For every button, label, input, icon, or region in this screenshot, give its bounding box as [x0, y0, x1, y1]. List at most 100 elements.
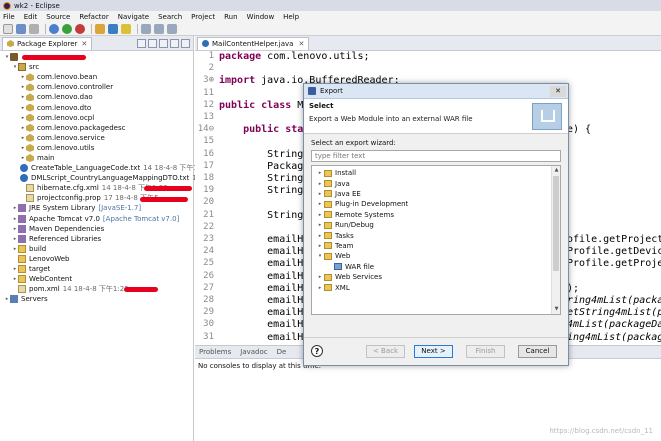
tree-row[interactable]: ▸ Maven Dependencies [0, 224, 193, 234]
search-icon[interactable] [141, 23, 151, 34]
collapse-arrow-icon[interactable]: ▸ [20, 105, 26, 111]
tree-row[interactable]: ▸ com.lenovo.dao [0, 92, 193, 102]
tree-row[interactable]: hibernate.cfg.xml 14 18-4-8 下午1:23 [0, 183, 193, 193]
tree-row[interactable]: ▸ com.lenovo.dto [0, 102, 193, 112]
tree-row[interactable]: ▸ Referenced Libraries [0, 234, 193, 244]
scroll-up-icon[interactable]: ▲ [552, 166, 560, 175]
tree-row[interactable]: LenovoWeb [0, 254, 193, 264]
tree-row[interactable]: ▸ WebContent [0, 274, 193, 284]
collapse-arrow-icon[interactable]: ▸ [316, 181, 324, 187]
external-tools-icon[interactable] [75, 23, 85, 34]
new-icon[interactable] [3, 23, 13, 34]
print-icon[interactable] [29, 23, 39, 34]
collapse-arrow-icon[interactable]: ▸ [316, 212, 324, 218]
back-button[interactable]: < Back [366, 345, 405, 358]
menu-help[interactable]: Help [283, 13, 299, 21]
tab-javadoc[interactable]: Javadoc [240, 348, 267, 356]
dialog-close-button[interactable]: ✕ [550, 85, 566, 97]
menu-window[interactable]: Window [247, 13, 275, 21]
collapse-arrow-icon[interactable]: ▸ [20, 94, 26, 100]
menu-run[interactable]: Run [224, 13, 237, 21]
collapse-arrow-icon[interactable]: ▸ [316, 274, 324, 280]
tree-row[interactable]: ▾ src [0, 62, 193, 72]
tree-row[interactable]: ▸ Servers [0, 294, 193, 304]
scroll-down-icon[interactable]: ▼ [552, 305, 560, 314]
wizard-item-web[interactable]: ▾ Web [316, 251, 351, 261]
close-icon[interactable]: ✕ [298, 40, 304, 48]
tree-row[interactable]: pom.xml 14 18-4-8 下午1:23 [0, 284, 193, 294]
navigate-forward-icon[interactable] [167, 23, 177, 34]
view-menu-icon[interactable] [159, 38, 168, 48]
save-icon[interactable] [16, 23, 26, 34]
tree-row[interactable]: ▸ main [0, 153, 193, 163]
collapse-all-icon[interactable] [137, 38, 146, 48]
tab-de[interactable]: De [277, 348, 287, 356]
collapse-arrow-icon[interactable]: ▸ [20, 125, 26, 131]
wizard-item-xml[interactable]: ▸ XML [316, 282, 350, 292]
tree-row[interactable]: ▸ com.lenovo.ocpl [0, 113, 193, 123]
menu-source[interactable]: Source [46, 13, 70, 21]
collapse-arrow-icon[interactable]: ▸ [20, 135, 26, 141]
tab-mailcontenthelper[interactable]: MailContentHelper.java ✕ [197, 36, 310, 50]
menu-refactor[interactable]: Refactor [79, 13, 108, 21]
link-with-editor-icon[interactable] [148, 38, 157, 48]
wizard-item-install[interactable]: ▸ Install [316, 168, 356, 178]
tree-row[interactable]: ▾ [0, 52, 193, 62]
minimize-icon[interactable] [170, 38, 179, 48]
scrollbar-thumb[interactable] [553, 176, 559, 271]
collapse-arrow-icon[interactable]: ▸ [316, 233, 324, 239]
tree-row[interactable]: ▸ com.lenovo.packagedesc [0, 123, 193, 133]
tab-problems[interactable]: Problems [199, 348, 231, 356]
wizard-item-java[interactable]: ▸ Java [316, 178, 350, 188]
menu-search[interactable]: Search [158, 13, 182, 21]
collapse-arrow-icon[interactable]: ▸ [20, 155, 26, 161]
collapse-arrow-icon[interactable]: ▸ [20, 115, 26, 121]
wizard-item-team[interactable]: ▸ Team [316, 241, 354, 251]
tree-row[interactable]: DMLScript_CountryLanguageMappingDTO.txt1… [0, 173, 201, 183]
run-icon[interactable] [62, 23, 72, 34]
filter-input[interactable] [311, 150, 561, 162]
tree-row[interactable]: ▸ JRE System Library [JavaSE-1.7] [0, 203, 193, 213]
tree-row[interactable]: projectconfig.prop 17 18-4-8 下午5 [0, 193, 193, 203]
tree-row[interactable]: CreateTable_LanguageCode.txt 14 18-4-8 下午… [0, 163, 205, 173]
debug-icon[interactable] [49, 23, 59, 34]
maximize-icon[interactable] [181, 38, 190, 48]
menu-edit[interactable]: Edit [24, 13, 38, 21]
cancel-button[interactable]: Cancel [518, 345, 557, 358]
new-java-package-icon[interactable] [95, 23, 105, 34]
collapse-arrow-icon[interactable]: ▸ [316, 170, 324, 176]
wizard-item-java-ee[interactable]: ▸ Java EE [316, 189, 361, 199]
tree-row[interactable]: ▸ com.lenovo.bean [0, 72, 193, 82]
menu-navigate[interactable]: Navigate [118, 13, 149, 21]
collapse-arrow-icon[interactable]: ▸ [20, 84, 26, 90]
tab-package-explorer[interactable]: Package Explorer ✕ [2, 36, 93, 50]
wizard-item-plug-in-development[interactable]: ▸ Plug-in Development [316, 199, 409, 209]
tree-row[interactable]: ▸ Apache Tomcat v7.0 [Apache Tomcat v7.0] [0, 214, 193, 224]
next-button[interactable]: Next > [414, 345, 453, 358]
menu-file[interactable]: File [3, 13, 15, 21]
collapse-arrow-icon[interactable]: ▸ [20, 74, 26, 80]
help-button[interactable]: ? [311, 345, 323, 357]
wizard-item-run-debug[interactable]: ▸ Run/Debug [316, 220, 374, 230]
collapse-arrow-icon[interactable]: ▸ [316, 285, 324, 291]
finish-button[interactable]: Finish [466, 345, 505, 358]
menu-project[interactable]: Project [191, 13, 215, 21]
close-icon[interactable]: ✕ [81, 40, 87, 48]
tree-row[interactable]: ▸ com.lenovo.service [0, 133, 193, 143]
wizard-tree-scrollbar[interactable]: ▲ ▼ [551, 166, 560, 314]
tree-row[interactable]: ▸ com.lenovo.utils [0, 143, 193, 153]
collapse-arrow-icon[interactable]: ▸ [316, 222, 324, 228]
collapse-arrow-icon[interactable]: ▸ [316, 201, 324, 207]
collapse-arrow-icon[interactable]: ▸ [20, 145, 26, 151]
wizard-item-tasks[interactable]: ▸ Tasks [316, 230, 354, 240]
navigate-back-icon[interactable] [154, 23, 164, 34]
tree-row[interactable]: ▸ target [0, 264, 193, 274]
new-java-class-icon[interactable] [108, 23, 118, 34]
wizard-item-war-file[interactable]: WAR file [326, 262, 374, 272]
collapse-arrow-icon[interactable]: ▸ [316, 243, 324, 249]
wizard-item-remote-systems[interactable]: ▸ Remote Systems [316, 210, 394, 220]
open-type-icon[interactable] [121, 23, 131, 34]
tree-row[interactable]: ▸ build [0, 244, 193, 254]
tree-row[interactable]: ▸ com.lenovo.controller [0, 82, 193, 92]
collapse-arrow-icon[interactable]: ▸ [316, 191, 324, 197]
